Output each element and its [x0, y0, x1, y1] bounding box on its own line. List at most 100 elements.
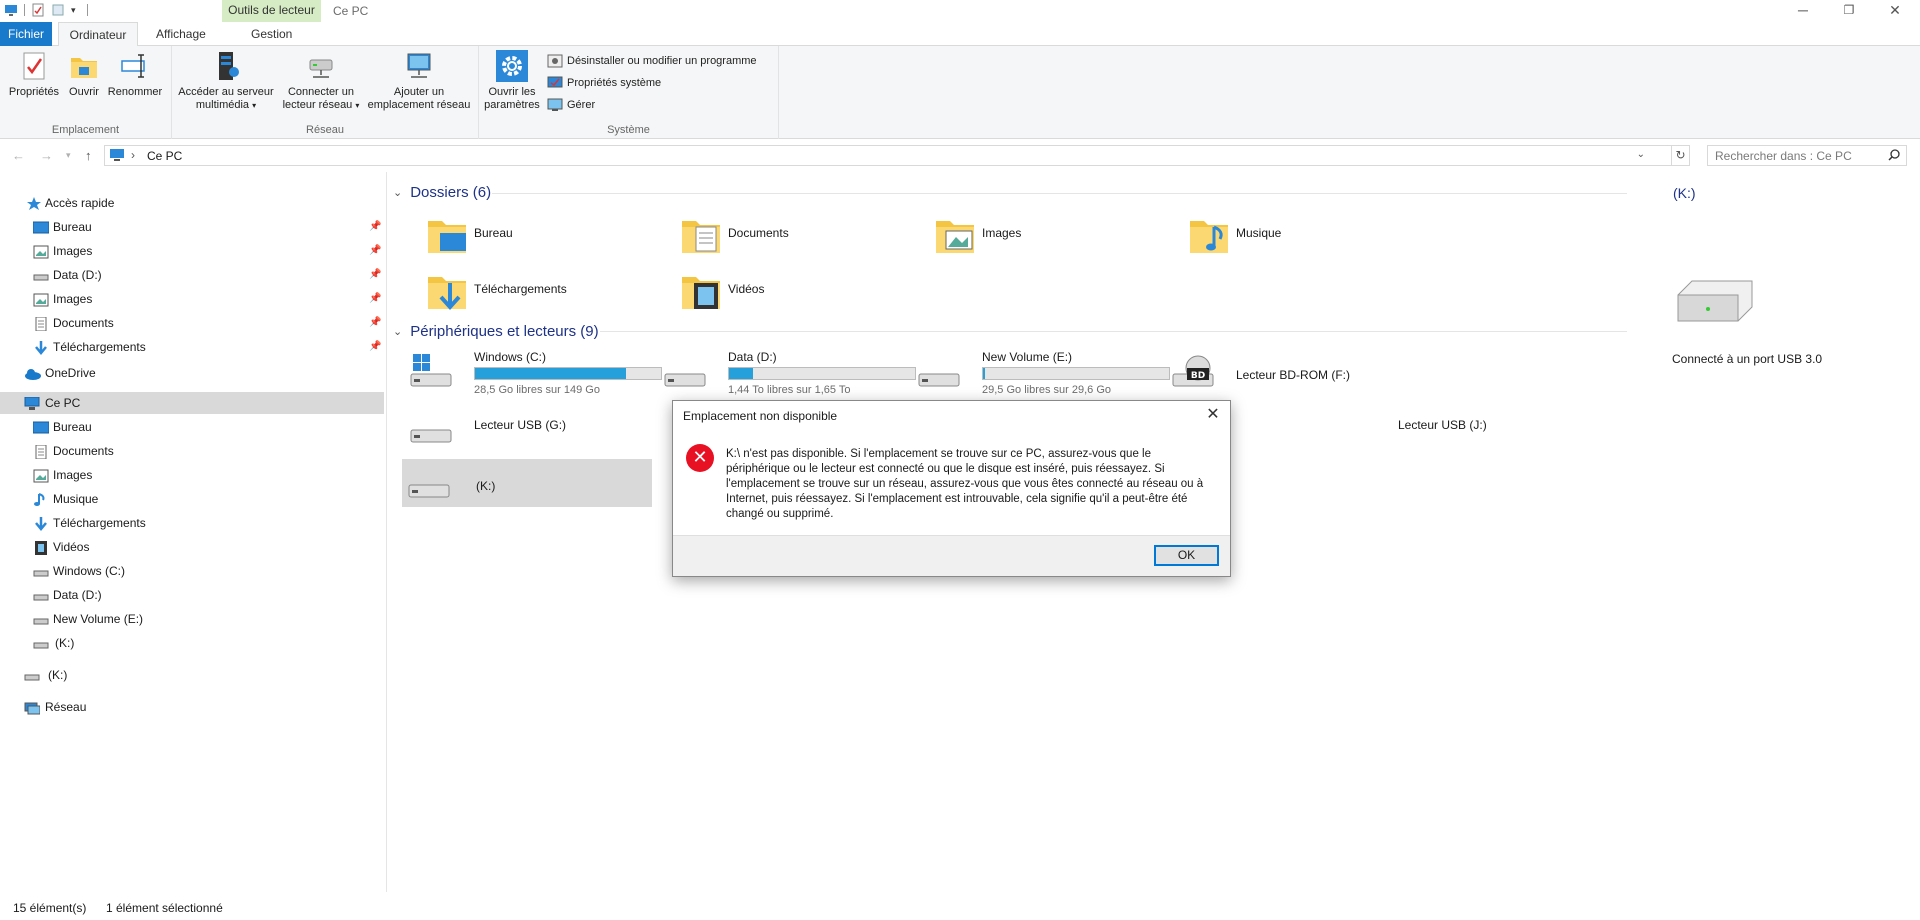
customize-dropdown-icon[interactable]: ▾ — [71, 3, 81, 17]
quick-access-toolbar: ▾ — [4, 3, 88, 17]
drive-tools-context-tab: Outils de lecteur — [222, 0, 321, 22]
nav-qa-bureau[interactable]: Bureau 📌 — [0, 216, 384, 238]
nav-network[interactable]: Réseau — [0, 696, 384, 718]
drive-free-space: 29,5 Go libres sur 29,6 Go — [982, 384, 1112, 396]
nav-pc-bureau[interactable]: Bureau — [0, 416, 384, 438]
open-button[interactable]: Ouvrir — [64, 50, 104, 99]
properties-icon[interactable] — [31, 3, 45, 17]
drive-free-space: 1,44 To libres sur 1,65 To — [728, 384, 851, 396]
uninstall-label: Désinstaller ou modifier un programme — [567, 55, 757, 67]
media-server-label-2: multimédia — [195, 99, 250, 111]
back-arrow-icon[interactable]: ← — [12, 148, 25, 163]
pin-icon[interactable]: 📌 — [369, 216, 381, 238]
this-pc-icon — [24, 396, 40, 410]
pin-icon[interactable]: 📌 — [369, 312, 381, 334]
usb-drive-icon — [409, 410, 453, 446]
folder-tile-images[interactable]: Images — [912, 208, 1162, 258]
folders-section-header[interactable]: ⌄ Dossiers (6) — [393, 182, 1633, 202]
manage-button[interactable]: Gérer — [547, 98, 595, 112]
up-arrow-icon[interactable]: ↑ — [85, 148, 92, 163]
pin-icon[interactable]: 📌 — [369, 240, 381, 262]
tab-view[interactable]: Affichage — [146, 22, 216, 46]
pin-icon[interactable]: 📌 — [369, 336, 381, 358]
nav-pc-new-volume-e[interactable]: New Volume (E:) — [0, 608, 384, 630]
pin-icon[interactable]: 📌 — [369, 264, 381, 286]
bd-rom-drive-icon: BD — [1171, 354, 1215, 390]
new-folder-icon[interactable] — [51, 3, 65, 17]
open-settings-button[interactable]: Ouvrir les paramètres — [483, 50, 541, 112]
pictures-icon — [33, 244, 49, 259]
nav-pc-k[interactable]: (K:) — [0, 632, 384, 654]
drive-name: Lecteur USB (J:) — [1398, 418, 1487, 432]
tab-manage[interactable]: Gestion — [241, 22, 302, 46]
close-button[interactable]: ✕ — [1872, 0, 1918, 22]
nav-pc-videos[interactable]: Vidéos — [0, 536, 384, 558]
pin-icon[interactable]: 📌 — [369, 288, 381, 310]
search-input[interactable]: Rechercher dans : Ce PC — [1707, 145, 1907, 166]
nav-pc-data-d[interactable]: Data (D:) — [0, 584, 384, 606]
media-server-button[interactable]: Accéder au serveur multimédia ▾ — [176, 50, 276, 112]
group-systeme: Ouvrir les paramètres Désinstaller ou mo… — [479, 46, 779, 139]
breadcrumb-chevron-icon[interactable]: › — [131, 148, 135, 162]
nav-pc-windows-c[interactable]: Windows (C:) — [0, 560, 384, 582]
folder-tile-videos[interactable]: Vidéos — [658, 264, 908, 314]
film-icon — [33, 540, 49, 555]
usb-drive-icon — [1672, 277, 1758, 329]
drive-usb-j[interactable]: Lecteur USB (J:) — [1398, 404, 1528, 452]
drive-windows-c[interactable]: Windows (C:) 28,5 Go libres sur 149 Go — [404, 348, 662, 396]
drive-k[interactable]: (K:) — [402, 459, 652, 507]
nav-quick-access[interactable]: Accès rapide — [0, 192, 384, 214]
map-network-drive-button[interactable]: Connecter un lecteur réseau ▾ — [278, 50, 364, 112]
system-properties-button[interactable]: Propriétés système — [547, 76, 661, 90]
nav-qa-images[interactable]: Images 📌 — [0, 240, 384, 262]
close-icon[interactable]: ✕ — [1202, 404, 1224, 426]
folder-tile-downloads[interactable]: Téléchargements — [404, 264, 654, 314]
drive-icon — [33, 636, 49, 650]
address-row: ← → ▾ ↑ › Ce PC ⌄ ↻ Rechercher dans : Ce… — [0, 140, 1920, 172]
forward-arrow-icon[interactable]: → — [40, 148, 53, 163]
ok-button[interactable]: OK — [1154, 545, 1219, 566]
tab-file[interactable]: Fichier — [0, 22, 52, 46]
folder-tile-music[interactable]: Musique — [1166, 208, 1416, 258]
recent-locations-chevron-icon[interactable]: ▾ — [66, 150, 71, 161]
folder-tile-documents[interactable]: Documents — [658, 208, 908, 258]
settings-gear-icon — [496, 50, 528, 82]
minimize-button[interactable]: ─ — [1780, 0, 1826, 22]
address-dropdown-icon[interactable]: ⌄ — [1637, 149, 1645, 160]
drive-data-d[interactable]: Data (D:) 1,44 To libres sur 1,65 To — [658, 348, 916, 396]
nav-label: Data (D:) — [53, 268, 102, 282]
download-arrow-icon — [33, 516, 49, 531]
restore-button[interactable]: ❐ — [1826, 0, 1872, 22]
desktop-icon — [32, 220, 50, 234]
nav-pc-documents[interactable]: Documents — [0, 440, 384, 462]
nav-label: Images — [53, 292, 93, 306]
nav-pc-images[interactable]: Images — [0, 464, 384, 486]
computer-icon[interactable] — [4, 3, 18, 17]
nav-this-pc[interactable]: Ce PC — [0, 392, 384, 414]
drive-new-volume-e[interactable]: New Volume (E:) 29,5 Go libres sur 29,6 … — [912, 348, 1170, 396]
address-bar[interactable]: › Ce PC ⌄ — [104, 145, 1672, 166]
nav-qa-data-d[interactable]: Data (D:) 📌 — [0, 264, 384, 286]
nav-k-drive[interactable]: (K:) — [0, 664, 384, 686]
nav-onedrive[interactable]: OneDrive — [0, 362, 384, 384]
nav-qa-documents[interactable]: Documents 📌 — [0, 312, 384, 334]
properties-button[interactable]: Propriétés — [6, 50, 62, 99]
drive-usb-g[interactable]: Lecteur USB (G:) — [404, 404, 654, 452]
breadcrumb-this-pc[interactable]: Ce PC — [147, 149, 182, 163]
search-icon[interactable] — [1888, 149, 1900, 161]
uninstall-program-button[interactable]: Désinstaller ou modifier un programme — [547, 54, 757, 68]
nav-qa-images-2[interactable]: Images 📌 — [0, 288, 384, 310]
refresh-button[interactable]: ↻ — [1672, 145, 1690, 166]
drive-bd-rom-f[interactable]: BD Lecteur BD-ROM (F:) — [1166, 348, 1416, 396]
nav-pc-music[interactable]: Musique — [0, 488, 384, 510]
error-icon: ✕ — [686, 444, 714, 472]
add-network-location-button[interactable]: Ajouter un emplacement réseau — [364, 50, 474, 112]
media-server-label-1: Accéder au serveur — [178, 86, 274, 98]
nav-qa-downloads[interactable]: Téléchargements 📌 — [0, 336, 384, 358]
nav-pc-downloads[interactable]: Téléchargements — [0, 512, 384, 534]
group-label-emplacement: Emplacement — [51, 124, 120, 136]
tab-computer[interactable]: Ordinateur — [58, 22, 138, 47]
folder-tile-bureau[interactable]: Bureau — [404, 208, 654, 258]
drive-usage-fill — [729, 368, 754, 379]
rename-button[interactable]: Renommer — [106, 50, 164, 99]
